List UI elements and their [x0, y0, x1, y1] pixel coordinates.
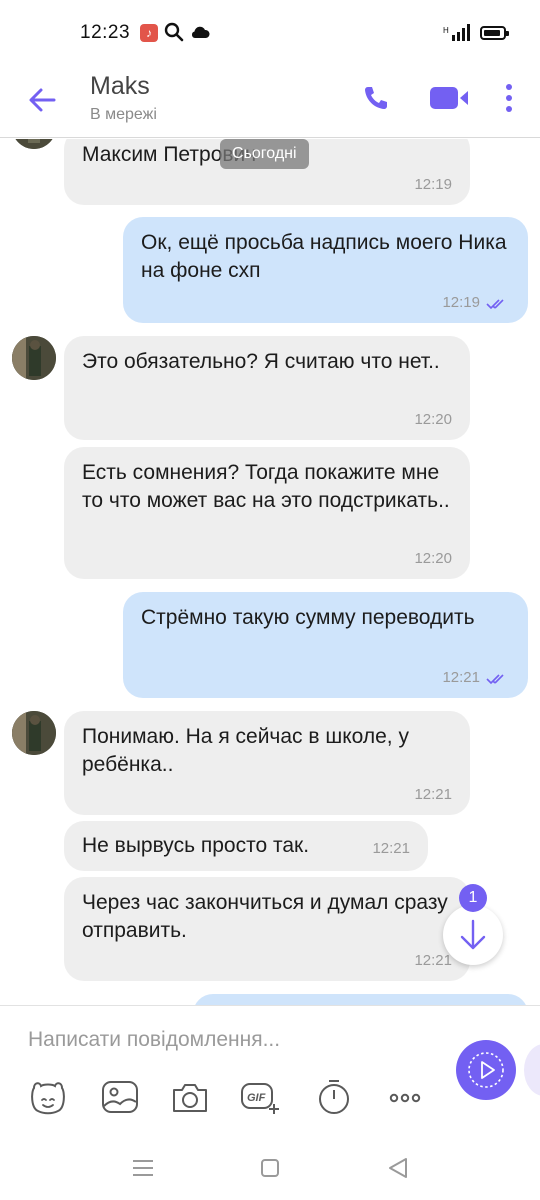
- message-text: Понимаю. На я сейчас в школе, у ребёнка.…: [82, 725, 409, 776]
- cloud-icon: [191, 26, 210, 38]
- battery-icon: [480, 26, 509, 40]
- contact-status: В мережі: [90, 106, 157, 123]
- read-receipt-icon: [486, 299, 504, 310]
- timer-icon[interactable]: [314, 1078, 354, 1116]
- chat-header: Maks В мережі: [0, 66, 540, 138]
- home-icon[interactable]: [257, 1155, 283, 1181]
- date-separator: Сьогодні: [220, 139, 309, 169]
- arrow-down-icon: [460, 919, 486, 950]
- music-app-icon: ♪: [140, 24, 158, 42]
- search-icon: [164, 22, 184, 42]
- message-text: Ок, ещё просьба надпись моего Ника на фо…: [141, 231, 507, 282]
- contact-avatar[interactable]: [12, 711, 56, 755]
- message-time: 12:19: [442, 294, 480, 311]
- recent-apps-icon[interactable]: [130, 1155, 156, 1181]
- read-receipt-icon: [486, 674, 504, 685]
- gif-label: GIF: [247, 1092, 266, 1104]
- video-camera-icon[interactable]: [428, 84, 470, 112]
- message-bubble-incoming[interactable]: Через час закончиться и думал сразу отпр…: [64, 877, 470, 981]
- message-time: 12:19: [414, 176, 452, 193]
- message-bubble-incoming[interactable]: Понимаю. На я сейчас в школе, у ребёнка.…: [64, 711, 470, 815]
- status-time: 12:23: [80, 22, 131, 43]
- message-text: Есть сомнения? Тогда покажите мне то что…: [82, 461, 450, 512]
- message-bubble-incoming[interactable]: Это обязательно? Я считаю что нет.. 12:2…: [64, 336, 470, 440]
- message-time: 12:20: [414, 550, 452, 567]
- network-signal-icon: H: [443, 24, 470, 41]
- message-text: Не вырвусь просто так.: [82, 834, 310, 857]
- unread-count-badge: 1: [459, 884, 487, 912]
- message-bubble-incoming[interactable]: Есть сомнения? Тогда покажите мне то что…: [64, 447, 470, 579]
- message-text: Стрёмно такую сумму переводить: [141, 606, 475, 629]
- gallery-icon[interactable]: [100, 1078, 140, 1116]
- back-arrow-icon[interactable]: [24, 82, 60, 118]
- send-icon: [468, 1052, 504, 1088]
- back-triangle-icon[interactable]: [385, 1155, 411, 1181]
- message-text: Через час закончиться и думал сразу отпр…: [82, 891, 448, 942]
- message-bubble-outgoing[interactable]: Стрёмно такую сумму переводить 12:21: [123, 592, 528, 698]
- system-nav-bar: [0, 1135, 540, 1200]
- camera-icon[interactable]: [170, 1078, 210, 1116]
- message-composer: GIF: [0, 1005, 540, 1135]
- contact-avatar[interactable]: [12, 139, 56, 149]
- contact-name[interactable]: Maks: [90, 72, 150, 101]
- status-bar: 12:23 ♪ H: [0, 0, 540, 66]
- svg-text:H: H: [443, 26, 449, 35]
- scroll-to-bottom-button[interactable]: [443, 905, 503, 965]
- message-time: 12:20: [414, 411, 452, 428]
- secondary-action-button[interactable]: [524, 1044, 540, 1096]
- send-button[interactable]: [456, 1040, 516, 1100]
- contact-avatar[interactable]: [12, 336, 56, 380]
- phone-icon[interactable]: [362, 84, 390, 112]
- gif-icon[interactable]: GIF: [240, 1078, 280, 1116]
- more-horizontal-icon[interactable]: [386, 1078, 426, 1116]
- message-input[interactable]: [28, 1024, 438, 1056]
- message-time: 12:21: [442, 669, 480, 686]
- message-list[interactable]: Максим Петрович 12:19 Сьогодні Ок, ещё п…: [0, 139, 540, 1005]
- sticker-icon[interactable]: [28, 1078, 68, 1116]
- message-time: 12:21: [372, 840, 410, 857]
- message-bubble-incoming[interactable]: Не вырвусь просто так. 12:21: [64, 821, 428, 871]
- message-time: 12:21: [414, 786, 452, 803]
- message-text: Это обязательно? Я считаю что нет..: [82, 350, 440, 373]
- more-vertical-icon[interactable]: [498, 82, 520, 114]
- message-bubble-outgoing-partial[interactable]: [193, 994, 528, 1005]
- message-bubble-outgoing[interactable]: Ок, ещё просьба надпись моего Ника на фо…: [123, 217, 528, 323]
